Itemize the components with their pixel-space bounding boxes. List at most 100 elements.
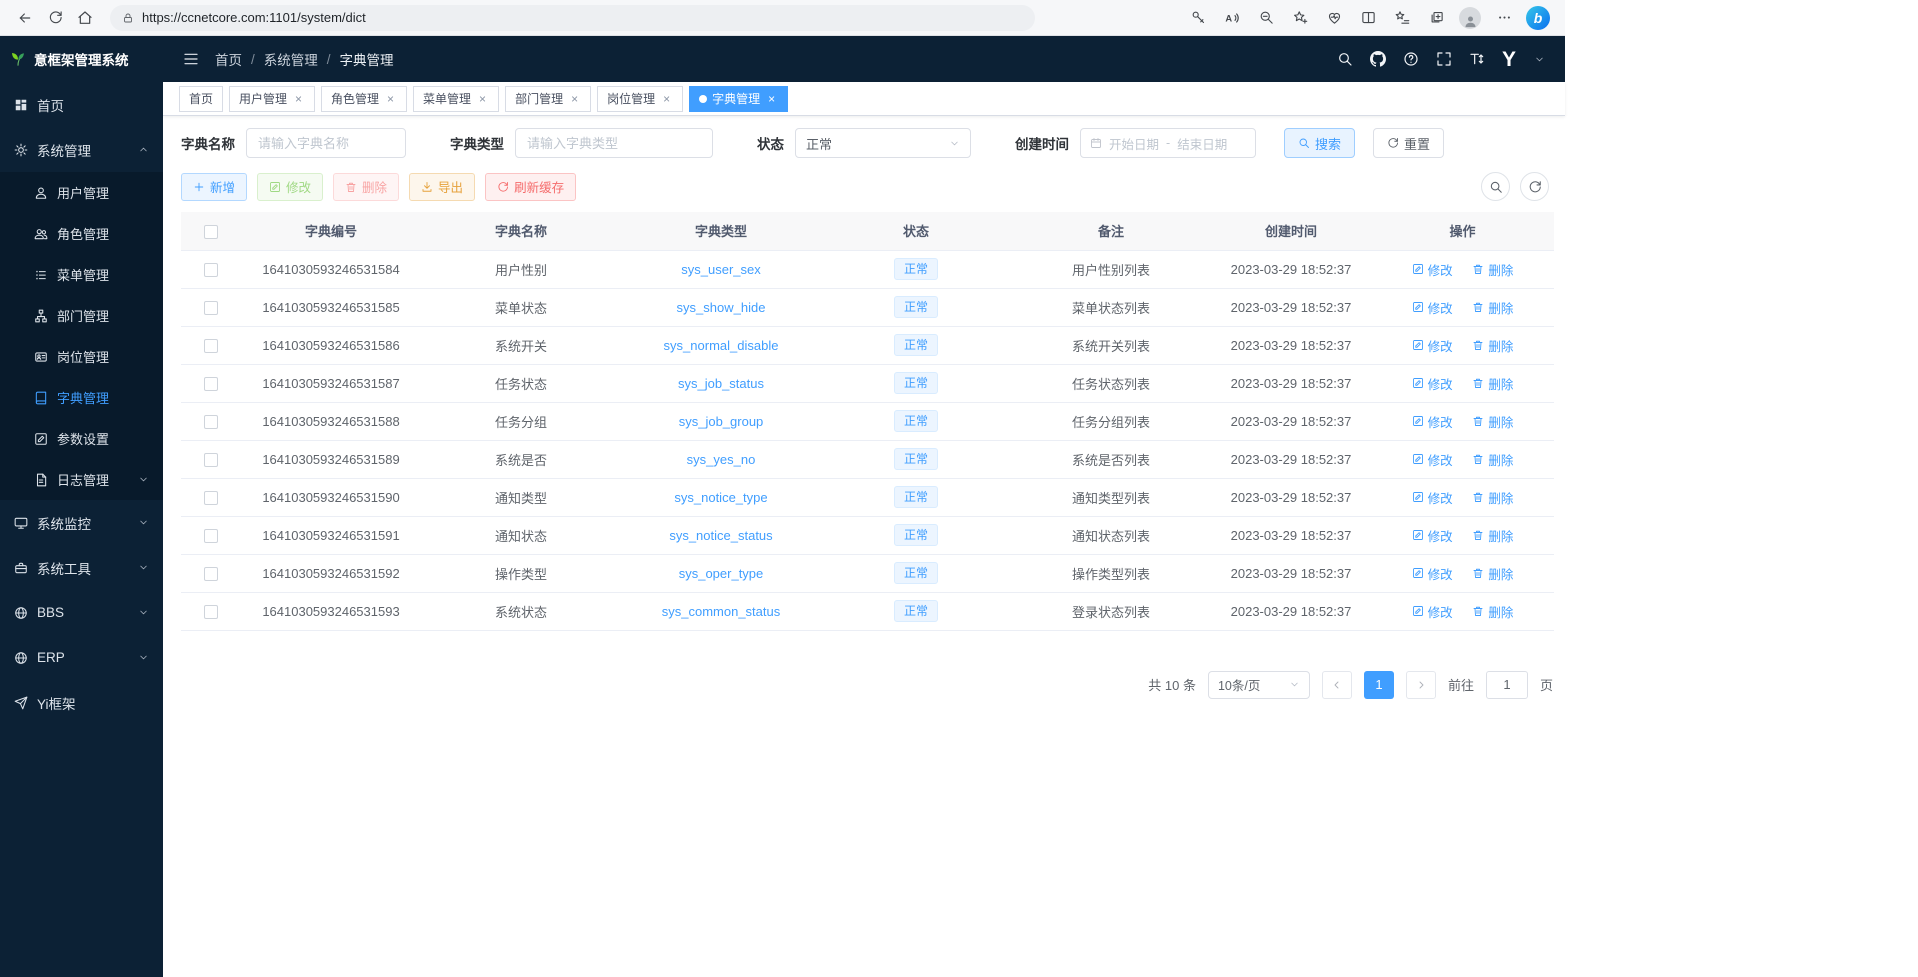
tab-users[interactable]: 用户管理×: [229, 86, 315, 112]
password-key-icon[interactable]: [1181, 4, 1215, 32]
row-edit-button[interactable]: 修改: [1412, 488, 1453, 507]
split-screen-icon[interactable]: [1351, 4, 1385, 32]
zoom-icon[interactable]: [1249, 4, 1283, 32]
tab-home[interactable]: 首页: [179, 86, 223, 112]
row-checkbox[interactable]: [204, 567, 218, 581]
row-delete-button[interactable]: 删除: [1472, 412, 1513, 431]
row-checkbox[interactable]: [204, 301, 218, 315]
sidebar-item-departments[interactable]: 部门管理: [0, 295, 163, 336]
row-delete-button[interactable]: 删除: [1472, 374, 1513, 393]
tab-menus[interactable]: 菜单管理×: [413, 86, 499, 112]
sidebar-item-menus[interactable]: 菜单管理: [0, 254, 163, 295]
sidebar-item-erp[interactable]: ERP: [0, 635, 163, 680]
row-edit-button[interactable]: 修改: [1412, 298, 1453, 317]
goto-page-input[interactable]: [1486, 671, 1528, 699]
sidebar-item-framework[interactable]: Yi框架: [0, 680, 163, 725]
browser-home-button[interactable]: [70, 4, 100, 32]
row-checkbox[interactable]: [204, 263, 218, 277]
dict-type-link[interactable]: sys_oper_type: [679, 566, 764, 581]
profile-avatar[interactable]: [1453, 4, 1487, 32]
add-favorite-icon[interactable]: [1283, 4, 1317, 32]
close-icon[interactable]: ×: [384, 92, 397, 106]
dict-type-link[interactable]: sys_user_sex: [681, 262, 760, 277]
bing-sidebar-icon[interactable]: b: [1521, 4, 1555, 32]
row-delete-button[interactable]: 删除: [1472, 564, 1513, 583]
sidebar-item-bbs[interactable]: BBS: [0, 590, 163, 635]
row-delete-button[interactable]: 删除: [1472, 488, 1513, 507]
row-checkbox[interactable]: [204, 491, 218, 505]
url-input[interactable]: [142, 10, 1023, 25]
sidebar-item-logs[interactable]: 日志管理: [0, 459, 163, 500]
sidebar-item-roles[interactable]: 角色管理: [0, 213, 163, 254]
dict-type-link[interactable]: sys_show_hide: [677, 300, 766, 315]
collections-icon[interactable]: [1419, 4, 1453, 32]
dict-type-link[interactable]: sys_job_group: [679, 414, 764, 429]
select-all-checkbox[interactable]: [204, 225, 218, 239]
row-delete-button[interactable]: 删除: [1472, 260, 1513, 279]
reset-button[interactable]: 重置: [1373, 128, 1444, 158]
close-icon[interactable]: ×: [765, 92, 778, 106]
sidebar-item-monitor[interactable]: 系统监控: [0, 500, 163, 545]
status-select[interactable]: 正常: [795, 128, 971, 158]
row-checkbox[interactable]: [204, 339, 218, 353]
next-page-button[interactable]: [1406, 671, 1436, 699]
sidebar-item-dict[interactable]: 字典管理: [0, 377, 163, 418]
close-icon[interactable]: ×: [292, 92, 305, 106]
dict-name-input[interactable]: [246, 128, 406, 158]
row-delete-button[interactable]: 删除: [1472, 298, 1513, 317]
prev-page-button[interactable]: [1322, 671, 1352, 699]
address-bar[interactable]: [110, 5, 1035, 31]
tab-posts[interactable]: 岗位管理×: [597, 86, 683, 112]
row-delete-button[interactable]: 删除: [1472, 450, 1513, 469]
dict-type-link[interactable]: sys_notice_type: [674, 490, 767, 505]
favorites-bar-icon[interactable]: [1385, 4, 1419, 32]
date-range-picker[interactable]: 开始日期 - 结束日期: [1080, 128, 1256, 158]
refresh-table-button[interactable]: [1520, 172, 1549, 201]
close-icon[interactable]: ×: [568, 92, 581, 106]
row-edit-button[interactable]: 修改: [1412, 374, 1453, 393]
row-edit-button[interactable]: 修改: [1412, 526, 1453, 545]
sidebar-item-params[interactable]: 参数设置: [0, 418, 163, 459]
help-icon[interactable]: [1403, 51, 1419, 67]
row-edit-button[interactable]: 修改: [1412, 564, 1453, 583]
refresh-cache-button[interactable]: 刷新缓存: [485, 173, 576, 201]
row-delete-button[interactable]: 删除: [1472, 336, 1513, 355]
dict-type-link[interactable]: sys_notice_status: [669, 528, 772, 543]
toggle-search-button[interactable]: [1481, 172, 1510, 201]
close-icon[interactable]: ×: [476, 92, 489, 106]
row-delete-button[interactable]: 删除: [1472, 602, 1513, 621]
github-icon[interactable]: [1370, 51, 1386, 67]
browser-essentials-icon[interactable]: [1317, 4, 1351, 32]
dict-type-link[interactable]: sys_job_status: [678, 376, 764, 391]
sidebar-item-posts[interactable]: 岗位管理: [0, 336, 163, 377]
dict-type-input[interactable]: [515, 128, 713, 158]
row-edit-button[interactable]: 修改: [1412, 412, 1453, 431]
font-size-icon[interactable]: [1469, 51, 1485, 67]
dict-type-link[interactable]: sys_normal_disable: [664, 338, 779, 353]
collapse-sidebar-icon[interactable]: [183, 51, 199, 67]
sidebar-item-system[interactable]: 系统管理: [0, 127, 163, 172]
edit-button[interactable]: 修改: [257, 173, 323, 201]
row-checkbox[interactable]: [204, 529, 218, 543]
header-search-icon[interactable]: [1337, 51, 1353, 67]
browser-refresh-button[interactable]: [40, 4, 70, 32]
breadcrumb-home[interactable]: 首页: [215, 49, 242, 69]
browser-menu-icon[interactable]: [1487, 4, 1521, 32]
row-edit-button[interactable]: 修改: [1412, 450, 1453, 469]
delete-button[interactable]: 删除: [333, 173, 399, 201]
dict-type-link[interactable]: sys_common_status: [662, 604, 781, 619]
row-checkbox[interactable]: [204, 415, 218, 429]
sidebar-item-home[interactable]: 首页: [0, 82, 163, 127]
user-avatar[interactable]: Y: [1502, 49, 1517, 70]
read-aloud-icon[interactable]: [1215, 4, 1249, 32]
row-edit-button[interactable]: 修改: [1412, 336, 1453, 355]
row-delete-button[interactable]: 删除: [1472, 526, 1513, 545]
row-checkbox[interactable]: [204, 453, 218, 467]
tab-dict[interactable]: 字典管理×: [689, 86, 788, 112]
site-security-icon[interactable]: [122, 12, 134, 24]
page-number-1[interactable]: 1: [1364, 671, 1394, 699]
add-button[interactable]: 新增: [181, 173, 247, 201]
row-edit-button[interactable]: 修改: [1412, 602, 1453, 621]
browser-back-button[interactable]: [10, 4, 40, 32]
export-button[interactable]: 导出: [409, 173, 475, 201]
